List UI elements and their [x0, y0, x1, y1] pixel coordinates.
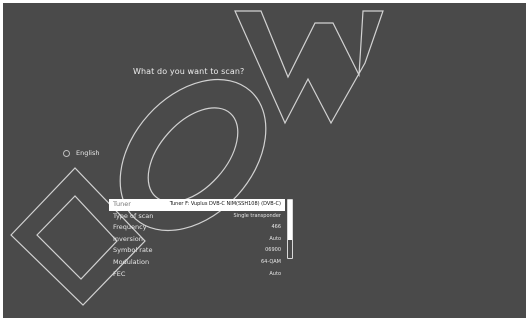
setting-row-symbol-rate[interactable]: Symbol rate 06900: [109, 245, 285, 257]
radio-button-icon[interactable]: [63, 149, 70, 157]
setting-label: Tuner: [113, 200, 131, 208]
setting-row-fec[interactable]: FEC Auto: [109, 269, 285, 281]
setting-label: Modulation: [113, 257, 150, 266]
setting-value: Tuner F: Vuplus DVB-C NIM(SSH108) (DVB-C…: [169, 201, 281, 207]
setting-value: Single transponder: [233, 212, 281, 219]
setting-label: Inversion: [113, 234, 143, 243]
scrollbar-thumb[interactable]: [288, 200, 292, 240]
scan-settings-list: Tuner Tuner F: Vuplus DVB-C NIM(SSH108) …: [109, 199, 285, 280]
setting-row-type-of-scan[interactable]: Type of scan Single transponder: [109, 211, 285, 223]
tv-menu-screen: What do you want to scan? English Tuner …: [3, 3, 526, 318]
language-option[interactable]: English: [63, 149, 99, 157]
setting-label: Symbol rate: [113, 246, 153, 255]
setting-label: Frequency: [113, 223, 147, 232]
settings-scrollbar[interactable]: [287, 199, 293, 259]
setting-row-modulation[interactable]: Modulation 64-QAM: [109, 257, 285, 269]
setting-row-frequency[interactable]: Frequency 466: [109, 222, 285, 234]
setting-value: 06900: [265, 247, 281, 254]
setting-label: Type of scan: [113, 211, 154, 220]
setting-value: Auto: [269, 235, 281, 242]
setting-row-inversion[interactable]: Inversion Auto: [109, 234, 285, 246]
scan-question-title: What do you want to scan?: [133, 67, 245, 76]
setting-label: FEC: [113, 269, 126, 278]
setting-value: 64-QAM: [260, 258, 281, 265]
language-label: English: [76, 149, 100, 157]
setting-row-tuner[interactable]: Tuner Tuner F: Vuplus DVB-C NIM(SSH108) …: [109, 199, 285, 211]
setting-value: 466: [271, 224, 281, 231]
setting-value: Auto: [269, 270, 281, 277]
